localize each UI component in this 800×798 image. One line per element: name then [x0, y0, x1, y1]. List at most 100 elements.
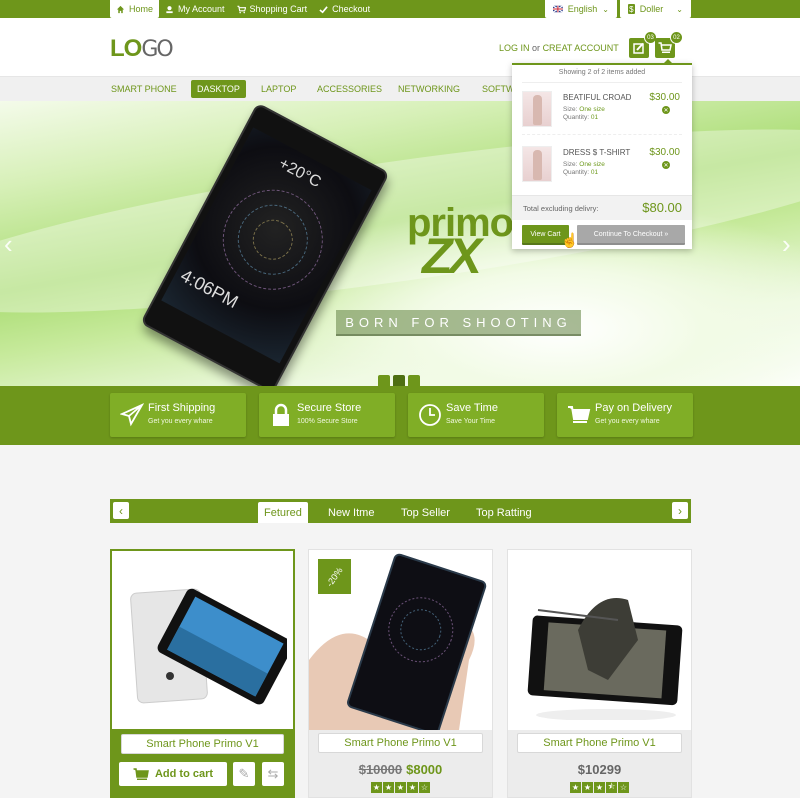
new-price: $8000: [406, 762, 443, 777]
cart-item-title[interactable]: BEATIFUL CROAD: [563, 93, 631, 102]
discount-value: -20%: [324, 565, 345, 588]
cart-count-badge: 02: [670, 31, 683, 44]
phone-clock: 4:06PM: [177, 265, 242, 313]
top-link-my-account[interactable]: My Account: [159, 0, 231, 18]
cart-total-row: Total excluding delivry: $80.00: [512, 195, 692, 220]
product-name[interactable]: Smart Phone Primo V1: [318, 733, 483, 753]
tabs-prev-button[interactable]: ‹: [113, 502, 129, 519]
logo-light: GO: [141, 37, 173, 62]
star-full-icon: ★: [582, 782, 593, 793]
check-icon: [319, 5, 328, 13]
top-link-label: Shopping Cart: [249, 4, 308, 14]
cart-total-value: $80.00: [642, 200, 682, 215]
add-to-cart-button[interactable]: Add to cart: [119, 762, 227, 786]
tab-new-item[interactable]: New Itme: [322, 502, 380, 523]
compare-button[interactable]: ⇆: [262, 762, 284, 786]
top-link-label: Home: [129, 4, 154, 14]
cart-dropdown: Showing 2 of 2 items added BEATIFUL CROA…: [512, 59, 692, 249]
slide-dot-active[interactable]: [393, 375, 405, 386]
slide-dot[interactable]: [408, 375, 420, 386]
cart-item-thumbnail[interactable]: [522, 91, 552, 127]
cart-item-quantity: Quantity: 01: [563, 114, 598, 121]
clock-icon: [419, 404, 441, 426]
product-card[interactable]: Smart Phone Primo V1 $10299 ★ ★ ★ ⯪ ☆: [507, 549, 692, 798]
star-full-icon: ★: [594, 782, 605, 793]
top-link-home[interactable]: Home: [110, 0, 160, 18]
nav-item-smart-phone[interactable]: SMART PHONE: [105, 80, 183, 98]
star-empty-icon: ☆: [419, 782, 430, 793]
product-tabs: ‹ Fetured New Itme Top Seller Top Rattin…: [110, 499, 691, 523]
rating-stars: ★ ★ ★ ⯪ ☆: [508, 782, 691, 793]
quantity-label: Quantity:: [563, 114, 590, 121]
quantity-value: 01: [590, 169, 599, 176]
wishlist-button[interactable]: ✎: [233, 762, 255, 786]
cart-item-quantity: Quantity: 01: [563, 169, 598, 176]
dropdown-caret: [664, 59, 672, 63]
add-to-cart-label: Add to cart: [154, 768, 214, 780]
hero-tagline: BORN FOR SHOOTING: [336, 310, 581, 336]
edit-icon: [633, 42, 644, 54]
user-icon: [166, 5, 173, 13]
cart-button[interactable]: 02: [655, 31, 683, 58]
nav-item-accessories[interactable]: ACCESSORIES: [311, 80, 388, 98]
slide-dot[interactable]: [378, 375, 390, 386]
product-card[interactable]: -20% Smart Phone Primo V1 $10000 $8000 ★ ★…: [308, 549, 493, 798]
top-link-checkout[interactable]: Checkout: [313, 0, 376, 18]
tab-featured[interactable]: Fetured: [258, 502, 308, 523]
tab-top-rating[interactable]: Top Ratting: [470, 502, 538, 523]
create-account-link[interactable]: CREAT ACCOUNT: [543, 43, 619, 53]
quantity-value: 01: [590, 114, 599, 121]
nav-item-networking[interactable]: NETWORKING: [392, 80, 466, 98]
wishlist-button[interactable]: 03: [629, 31, 657, 58]
nav-item-laptop[interactable]: LAPTOP: [255, 80, 302, 98]
top-link-shopping-cart[interactable]: Shopping Cart: [231, 0, 314, 18]
feature-secure-store: Secure Store 100% Secure Store: [259, 393, 395, 437]
logo-bold: LO: [110, 35, 142, 62]
compare-arrows-icon: ⇆: [267, 766, 279, 781]
hero-pagination: [378, 375, 420, 386]
edit-icon: ✎: [238, 766, 250, 781]
remove-item-icon[interactable]: ✕: [662, 161, 670, 169]
hero-next-arrow[interactable]: ›: [782, 229, 791, 260]
tabs-next-button[interactable]: ›: [672, 502, 688, 519]
account-links: LOG IN or CREAT ACCOUNT: [499, 43, 619, 53]
cart-icon: [133, 767, 149, 780]
rating-stars: ★ ★ ★ ★ ☆: [309, 782, 492, 793]
language-select[interactable]: English ⌄: [545, 0, 617, 18]
cart-item-price: $30.00: [649, 92, 680, 103]
size-label: Size:: [563, 161, 578, 168]
login-link[interactable]: LOG IN: [499, 43, 530, 53]
continue-to-checkout-button[interactable]: Continue To Checkout »: [577, 225, 685, 245]
cart-total-label: Total excluding delivry:: [523, 204, 599, 213]
cart-item-title[interactable]: DRESS $ T-SHIRT: [563, 148, 630, 157]
currency-select[interactable]: $ Doller ⌄: [620, 0, 691, 18]
nav-item-desktop[interactable]: DASKTOP: [191, 80, 246, 98]
feature-subtitle: Get you every whare: [148, 418, 213, 425]
feature-subtitle: Save Your Time: [446, 418, 496, 425]
cart-icon: [568, 406, 591, 423]
tab-top-seller[interactable]: Top Seller: [395, 502, 456, 523]
cart-item-size: Size: One size: [563, 161, 605, 168]
cart-dropdown-header: Showing 2 of 2 items added: [522, 69, 682, 83]
product-name[interactable]: Smart Phone Primo V1: [121, 734, 284, 754]
old-price: $10000: [358, 762, 403, 777]
dollar-icon: $: [628, 4, 635, 14]
star-full-icon: ★: [371, 782, 382, 793]
product-name[interactable]: Smart Phone Primo V1: [517, 733, 682, 753]
remove-item-icon[interactable]: ✕: [662, 106, 670, 114]
star-full-icon: ★: [383, 782, 394, 793]
phone-temperature: +20°C: [275, 154, 324, 192]
feature-subtitle: 100% Secure Store: [297, 418, 358, 425]
feature-save-time: Save Time Save Your Time: [408, 393, 544, 437]
hand-cursor-icon: ☝: [561, 232, 579, 248]
logo[interactable]: LOGO: [110, 35, 174, 63]
star-full-icon: ★: [570, 782, 581, 793]
hero-prev-arrow[interactable]: ‹: [4, 229, 13, 260]
cart-icon: [236, 5, 246, 13]
cart-item-thumbnail[interactable]: [522, 146, 552, 182]
product-card[interactable]: Smart Phone Primo V1 Add to cart ✎ ⇆: [110, 549, 295, 798]
feature-pay-on-delivery: Pay on Delivery Get you every whare: [557, 393, 693, 437]
feature-title: Pay on Delivery: [595, 402, 673, 414]
or-text: or: [532, 43, 541, 53]
star-full-icon: ★: [407, 782, 418, 793]
